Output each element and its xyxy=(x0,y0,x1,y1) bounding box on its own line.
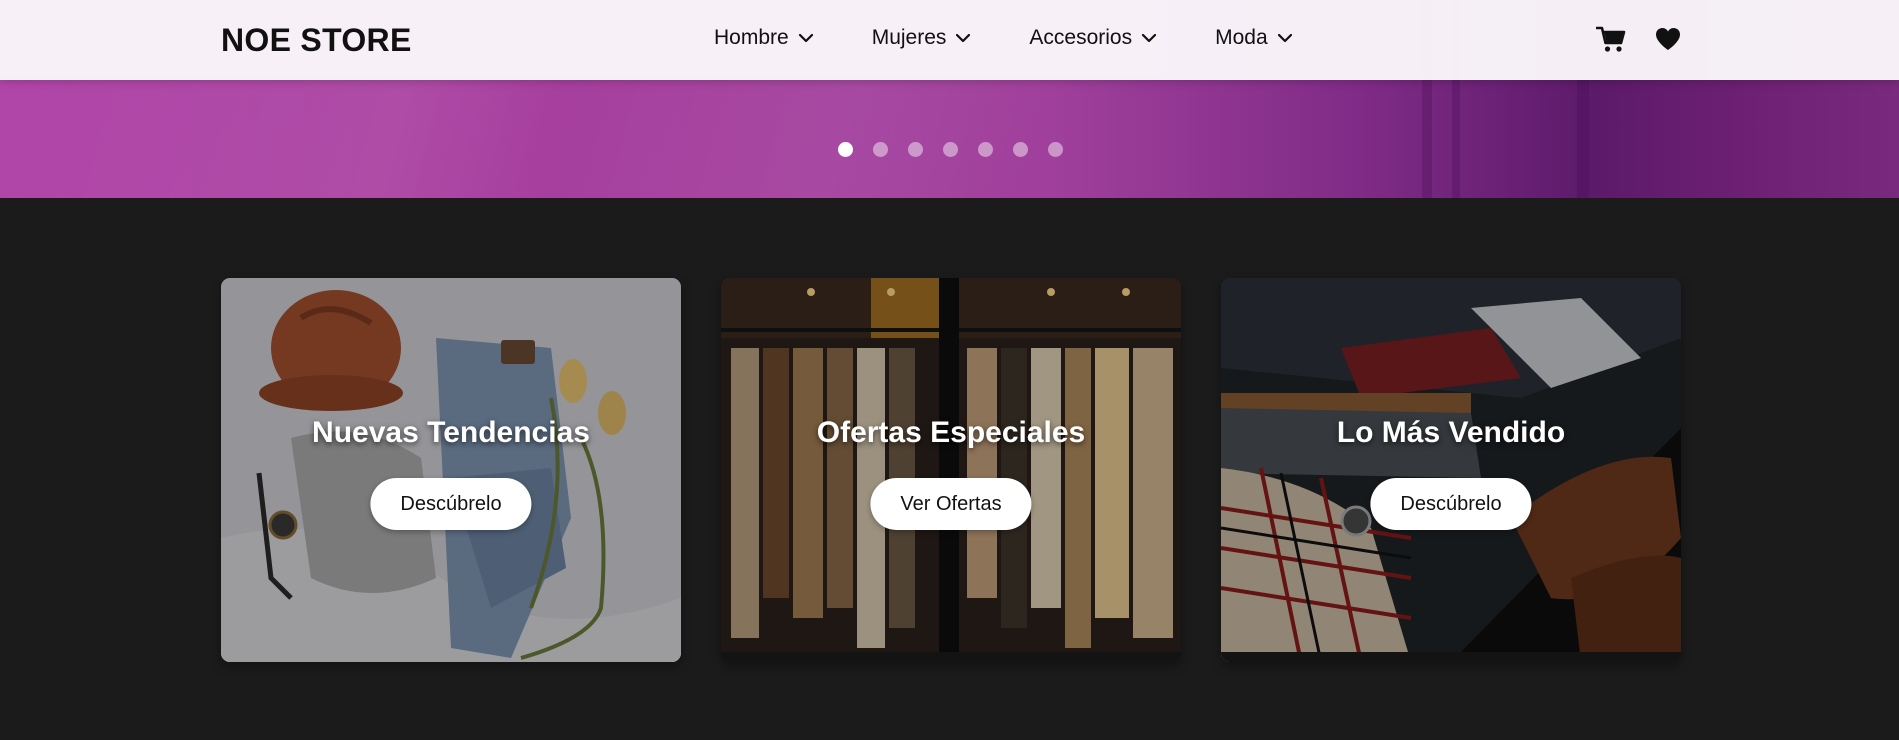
card-overlay xyxy=(1221,278,1681,662)
chevron-down-icon xyxy=(1277,33,1293,43)
heart-icon[interactable] xyxy=(1654,26,1682,52)
shopping-cart-icon[interactable] xyxy=(1596,25,1626,53)
featured-cards: Nuevas Tendencias Descúbrelo Ofertas Esp… xyxy=(221,278,1681,662)
card-lo-mas-vendido[interactable]: Lo Más Vendido Descúbrelo xyxy=(1221,278,1681,662)
card-ofertas-especiales[interactable]: Ofertas Especiales Ver Ofertas xyxy=(721,278,1181,662)
card-nuevas-tendencias[interactable]: Nuevas Tendencias Descúbrelo xyxy=(221,278,681,662)
carousel-dot[interactable] xyxy=(838,142,853,157)
carousel-dot[interactable] xyxy=(908,142,923,157)
discover-button[interactable]: Descúbrelo xyxy=(370,478,532,530)
carousel-dots xyxy=(838,142,1083,157)
nav-item-mujeres[interactable]: Mujeres xyxy=(872,26,972,50)
header-actions xyxy=(1596,25,1682,53)
card-title: Lo Más Vendido xyxy=(1336,416,1566,449)
nav-item-label: Accesorios xyxy=(1029,26,1133,49)
view-offers-button[interactable]: Ver Ofertas xyxy=(870,478,1032,530)
nav-item-moda[interactable]: Moda xyxy=(1215,26,1293,50)
carousel-dot[interactable] xyxy=(1013,142,1028,157)
nav-item-label: Mujeres xyxy=(871,26,947,49)
chevron-down-icon xyxy=(955,33,971,43)
nav-item-hombre[interactable]: Hombre xyxy=(714,26,814,50)
nav-item-label: Moda xyxy=(1215,26,1268,49)
discover-button[interactable]: Descúbrelo xyxy=(1370,478,1532,530)
nav-item-label: Hombre xyxy=(714,26,789,49)
main-nav: Hombre Mujeres Accesorios Moda xyxy=(714,26,1351,50)
nav-item-accesorios[interactable]: Accesorios xyxy=(1029,26,1157,50)
carousel-dot[interactable] xyxy=(978,142,993,157)
card-overlay xyxy=(221,278,681,662)
chevron-down-icon xyxy=(1141,33,1157,43)
carousel-dot[interactable] xyxy=(943,142,958,157)
card-title: Ofertas Especiales xyxy=(816,416,1086,449)
card-title: Nuevas Tendencias xyxy=(312,416,590,449)
brand-logo[interactable]: NOE STORE xyxy=(221,22,412,59)
carousel-dot[interactable] xyxy=(1048,142,1063,157)
top-navbar: NOE STORE Hombre Mujeres Accesorios Moda xyxy=(0,0,1899,80)
card-overlay xyxy=(721,278,1181,662)
chevron-down-icon xyxy=(798,33,814,43)
carousel-dot[interactable] xyxy=(873,142,888,157)
